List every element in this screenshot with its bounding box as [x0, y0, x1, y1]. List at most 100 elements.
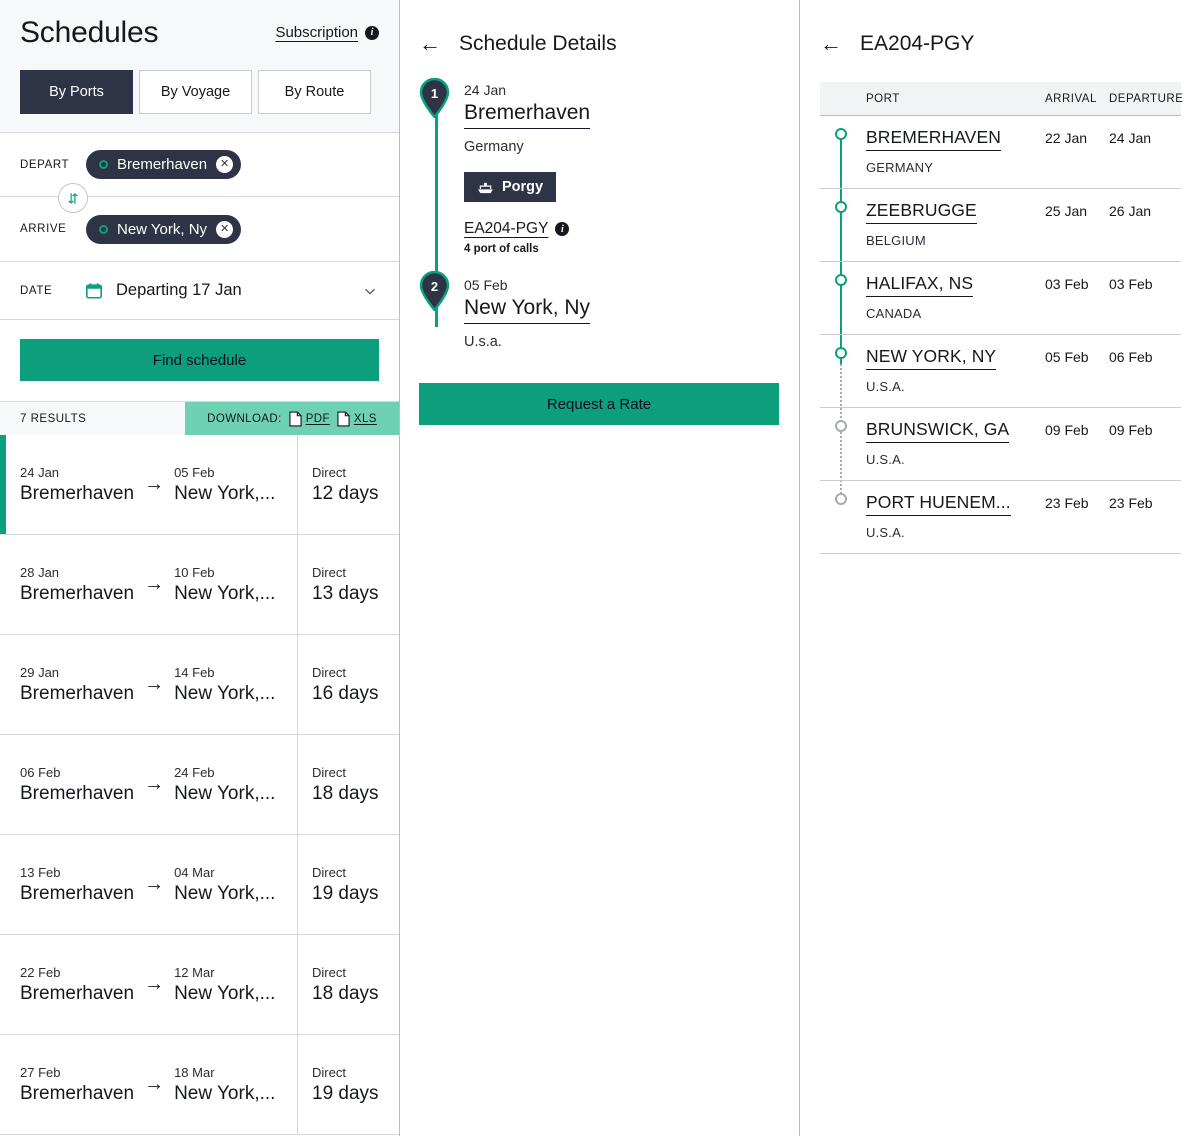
arrival-col: 05 Feb New York,...: [174, 465, 275, 505]
port-departure: 06 Feb: [1109, 349, 1153, 365]
stop2-country: U.s.a.: [464, 334, 502, 350]
departure-col: 24 Jan Bremerhaven: [20, 465, 134, 505]
tab-by-route[interactable]: By Route: [258, 70, 371, 114]
depart-chip[interactable]: Bremerhaven ✕: [86, 150, 242, 179]
list-item[interactable]: PORT HUENEM... U.S.A. 23 Feb 23 Feb: [820, 481, 1181, 554]
route-leg: 29 Jan Bremerhaven → 14 Feb New York,...: [0, 635, 297, 734]
back-arrow-icon[interactable]: ←: [419, 33, 441, 55]
stop2-port[interactable]: New York, Ny: [464, 296, 591, 324]
port-name[interactable]: BREMERHAVEN: [866, 127, 1001, 151]
page-title: Schedules: [20, 16, 159, 49]
download-pdf-label: PDF: [305, 412, 330, 425]
rail-node-icon: [835, 347, 847, 359]
port-col: PORT HUENEM... U.S.A.: [820, 492, 1045, 540]
find-schedule-wrap: Find schedule: [0, 320, 399, 401]
close-icon[interactable]: ✕: [216, 220, 234, 238]
arrow-right-icon: →: [144, 873, 165, 895]
port-country: CANADA: [866, 306, 922, 321]
departure-col: 28 Jan Bremerhaven: [20, 565, 134, 605]
stop1-port[interactable]: Bremerhaven: [464, 101, 591, 129]
download-pdf-link[interactable]: PDF: [289, 410, 330, 427]
table-row[interactable]: 06 Feb Bremerhaven → 24 Feb New York,... Dire…: [0, 735, 399, 835]
swap-ports-button[interactable]: [58, 183, 88, 213]
results-count: 7 RESULTS: [0, 402, 185, 435]
port-arrival: 22 Jan: [1045, 130, 1088, 146]
port-calls-count: 4 port of calls: [464, 243, 539, 255]
back-arrow-icon[interactable]: ←: [820, 33, 842, 55]
port-name[interactable]: ZEEBRUGGE: [866, 200, 977, 224]
voyage-panel: ← EA204-PGY PORT ARRIVAL DEPARTURE BREME…: [800, 0, 1199, 1136]
list-item[interactable]: HALIFAX, NS CANADA 03 Feb 03 Feb: [820, 262, 1181, 335]
port-departure: 23 Feb: [1109, 495, 1153, 511]
arrow-right-icon: →: [144, 973, 165, 995]
close-icon[interactable]: ✕: [216, 156, 234, 173]
rail-node-icon: [835, 274, 847, 286]
column-port: PORT: [866, 92, 900, 105]
duration-col: Direct 18 days: [297, 735, 399, 834]
table-row[interactable]: 13 Feb Bremerhaven → 04 Mar New York,... Dire…: [0, 835, 399, 935]
voyage-table-header: PORT ARRIVAL DEPARTURE: [820, 82, 1183, 116]
table-row[interactable]: 28 Jan Bremerhaven → 10 Feb New York,... Dire…: [0, 535, 399, 635]
list-item[interactable]: NEW YORK, NY U.S.A. 05 Feb 06 Feb: [820, 335, 1181, 408]
chevron-down-icon[interactable]: [361, 282, 379, 300]
departure-col: 06 Feb Bremerhaven: [20, 765, 134, 805]
route-type: Direct: [312, 764, 346, 780]
info-icon[interactable]: i: [365, 25, 379, 40]
port-country: BELGIUM: [866, 233, 926, 248]
tab-by-ports[interactable]: By Ports: [20, 70, 133, 114]
arrow-right-icon: →: [144, 1073, 165, 1095]
subscription-link[interactable]: Subscription: [275, 24, 358, 41]
list-item[interactable]: BREMERHAVEN GERMANY 22 Jan 24 Jan: [820, 116, 1181, 189]
list-item[interactable]: BRUNSWICK, GA U.S.A. 09 Feb 09 Feb: [820, 408, 1181, 481]
arrival-col: 10 Feb New York,...: [174, 565, 275, 605]
search-fields: DEPART Bremerhaven ✕ ARRIVE New York, Ny: [0, 132, 399, 320]
subscription[interactable]: Subscription i: [275, 24, 379, 41]
leg-departure-port: Bremerhaven: [20, 782, 135, 804]
departure-col: 27 Feb Bremerhaven: [20, 1065, 134, 1105]
tab-by-voyage[interactable]: By Voyage: [139, 70, 252, 114]
duration-col: Direct 13 days: [297, 535, 399, 634]
port-country: U.S.A.: [866, 452, 905, 467]
arrive-chip[interactable]: New York, Ny ✕: [86, 214, 242, 244]
rail-node-icon: [835, 128, 847, 140]
port-name[interactable]: PORT HUENEM...: [866, 492, 1011, 516]
port-arrival: 25 Jan: [1045, 203, 1088, 219]
table-row[interactable]: 27 Feb Bremerhaven → 18 Mar New York,... Dire…: [0, 1035, 399, 1135]
duration-col: Direct 19 days: [297, 835, 399, 934]
route-duration: 13 days: [312, 582, 379, 604]
route-type: Direct: [312, 564, 346, 580]
duration-col: Direct 18 days: [297, 935, 399, 1034]
schedule-details-panel: ← Schedule Details 1 24 Jan Bremerhaven …: [400, 0, 800, 1136]
download-xls-link[interactable]: XLS: [337, 410, 377, 427]
table-row[interactable]: 29 Jan Bremerhaven → 14 Feb New York,... Dire…: [0, 635, 399, 735]
route-duration: 19 days: [312, 1082, 379, 1104]
map-pin-icon: 2: [419, 271, 450, 311]
table-row[interactable]: 22 Feb Bremerhaven → 12 Mar New York,... Dire…: [0, 935, 399, 1035]
svg-text:2: 2: [431, 279, 438, 294]
arrive-label: ARRIVE: [20, 223, 67, 235]
port-name[interactable]: NEW YORK, NY: [866, 346, 997, 370]
port-name[interactable]: HALIFAX, NS: [866, 273, 974, 297]
timeline-stop-1: 1 24 Jan Bremerhaven Germany Porgy EA204…: [419, 78, 779, 255]
date-row[interactable]: DATE Departing 17 Jan: [0, 262, 399, 320]
date-label: DATE: [20, 284, 53, 297]
table-row[interactable]: 24 Jan Bremerhaven → 05 Feb New York,... Dire…: [0, 435, 399, 535]
arrow-right-icon: →: [144, 473, 165, 495]
find-schedule-button[interactable]: Find schedule: [20, 339, 379, 381]
port-col: ZEEBRUGGE BELGIUM: [820, 200, 1045, 248]
info-icon[interactable]: i: [555, 222, 570, 236]
stop2-date: 05 Feb: [464, 277, 508, 293]
vessel-badge[interactable]: Porgy: [464, 172, 557, 202]
stop1-date: 24 Jan: [464, 82, 507, 98]
results-list: 24 Jan Bremerhaven → 05 Feb New York,... Dire…: [0, 435, 399, 1136]
port-name[interactable]: BRUNSWICK, GA: [866, 419, 1010, 443]
route-leg: 22 Feb Bremerhaven → 12 Mar New York,...: [0, 935, 297, 1034]
list-item[interactable]: ZEEBRUGGE BELGIUM 25 Jan 26 Jan: [820, 189, 1181, 262]
leg-departure-date: 24 Jan: [20, 464, 60, 480]
voyage-code-link[interactable]: EA204-PGY: [464, 220, 548, 238]
leg-departure-port: Bremerhaven: [20, 682, 135, 704]
stop1-country: Germany: [464, 139, 524, 155]
leg-arrival-date: 12 Mar: [174, 964, 215, 980]
request-rate-button[interactable]: Request a Rate: [419, 383, 779, 425]
route-duration: 16 days: [312, 682, 379, 704]
